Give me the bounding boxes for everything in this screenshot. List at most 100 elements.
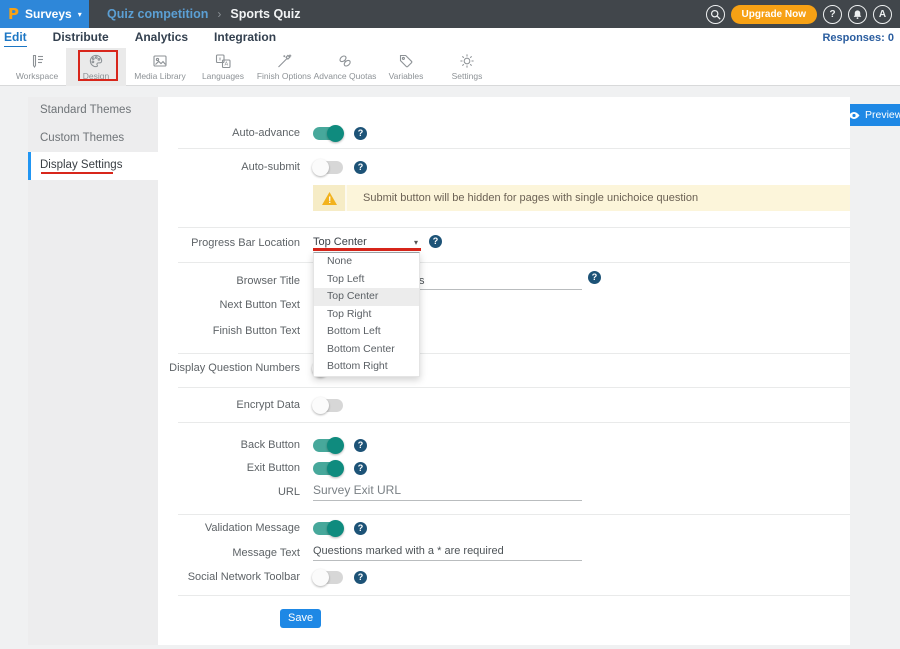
dropdown-option-bottom-right[interactable]: Bottom Right	[314, 358, 419, 376]
svg-text:A: A	[225, 62, 229, 68]
exit-url-label: URL	[158, 482, 300, 502]
chevron-down-icon: ▾	[414, 238, 420, 247]
divider	[178, 387, 850, 388]
gear-icon	[459, 53, 475, 69]
progress-bar-location-dropdown: None Top Left Top Center Top Right Botto…	[313, 252, 420, 377]
back-button-toggle[interactable]	[313, 439, 343, 452]
help-tooltip-icon[interactable]: ?	[354, 522, 367, 535]
auto-submit-toggle[interactable]	[313, 161, 343, 174]
questionpro-app: P Surveys ▾ Quiz competition › Sports Qu…	[0, 0, 900, 649]
tab-analytics[interactable]: Analytics	[135, 30, 188, 46]
exit-button-toggle[interactable]	[313, 462, 343, 475]
languages-icon: xA	[215, 53, 231, 69]
toolbar-item-label: Advance Quotas	[314, 71, 377, 81]
submit-hidden-warning: ! Submit button will be hidden for pages…	[313, 185, 850, 211]
breadcrumb-parent[interactable]: Quiz competition	[107, 7, 208, 21]
dropdown-option-none[interactable]: None	[314, 253, 419, 271]
auto-advance-toggle[interactable]	[313, 127, 343, 140]
surveys-label: Surveys	[25, 7, 72, 21]
display-settings-panel: Auto-advance ? Auto-submit ? ! Submit bu…	[158, 97, 850, 645]
topbar-actions: Upgrade Now ? A	[706, 0, 892, 28]
dropdown-option-bottom-left[interactable]: Bottom Left	[314, 323, 419, 341]
toolbar-item-label: Design	[83, 71, 109, 81]
social-network-toolbar-label: Social Network Toolbar	[158, 567, 300, 587]
help-tooltip-icon[interactable]: ?	[354, 571, 367, 584]
search-icon	[710, 9, 721, 20]
encrypt-data-toggle[interactable]	[313, 399, 343, 412]
annotation-red-underline	[41, 172, 113, 174]
validation-message-toggle[interactable]	[313, 522, 343, 535]
message-text-label: Message Text	[158, 543, 300, 563]
toolbar-item-languages[interactable]: xA Languages	[193, 48, 253, 86]
breadcrumb-separator-icon: ›	[217, 7, 221, 21]
auto-advance-label: Auto-advance	[158, 123, 300, 143]
exit-url-input[interactable]	[313, 483, 582, 501]
progress-bar-location-label: Progress Bar Location	[158, 233, 300, 253]
toolbar-item-label: Finish Options	[257, 71, 311, 81]
help-button[interactable]: ?	[823, 5, 842, 24]
sidebar-item-label: Display Settings	[40, 159, 122, 171]
dropdown-option-top-center[interactable]: Top Center	[314, 288, 419, 306]
toggle-knob	[327, 460, 344, 477]
tab-edit[interactable]: Edit	[4, 30, 27, 47]
message-text-input[interactable]	[313, 543, 582, 561]
divider	[178, 148, 850, 149]
dropdown-option-top-right[interactable]: Top Right	[314, 306, 419, 324]
dropdown-option-bottom-center[interactable]: Bottom Center	[314, 341, 419, 359]
sidebar-item-display-settings[interactable]: Display Settings	[28, 152, 158, 180]
display-question-numbers-label: Display Question Numbers	[158, 358, 300, 378]
finish-button-text-label: Finish Button Text	[158, 321, 300, 341]
toolbar-item-finish-options[interactable]: Finish Options	[254, 48, 314, 86]
warning-text: Submit button will be hidden for pages w…	[347, 185, 698, 211]
help-tooltip-icon[interactable]: ?	[429, 235, 442, 248]
toolbar-item-advance-quotas[interactable]: Advance Quotas	[315, 48, 375, 86]
help-tooltip-icon[interactable]: ?	[354, 462, 367, 475]
toolbar-item-label: Variables	[389, 71, 424, 81]
divider	[178, 422, 850, 423]
toggle-knob	[327, 437, 344, 454]
sidebar-item-custom-themes[interactable]: Custom Themes	[28, 125, 158, 153]
responses-count-link[interactable]: Responses: 0	[822, 32, 894, 44]
next-button-text-label: Next Button Text	[158, 295, 300, 315]
notifications-button[interactable]	[848, 5, 867, 24]
encrypt-data-label: Encrypt Data	[158, 395, 300, 415]
surveys-menu-button[interactable]: P Surveys ▾	[0, 0, 89, 28]
search-button[interactable]	[706, 5, 725, 24]
toolbar-item-design[interactable]: Design	[66, 48, 126, 86]
toolbar-item-settings[interactable]: Settings	[437, 48, 497, 86]
warning-triangle-icon: !	[321, 191, 338, 206]
toggle-knob	[327, 125, 344, 142]
toolbar-item-label: Workspace	[16, 71, 58, 81]
toggle-knob	[312, 569, 329, 586]
workspace-icon	[29, 53, 45, 69]
bell-icon	[852, 9, 863, 20]
toolbar-item-variables[interactable]: Variables	[376, 48, 436, 86]
auto-submit-label: Auto-submit	[158, 157, 300, 177]
help-tooltip-icon[interactable]: ?	[588, 271, 601, 284]
account-avatar[interactable]: A	[873, 5, 892, 24]
svg-text:!: !	[328, 195, 331, 205]
warning-strip: !	[313, 185, 347, 211]
chain-link-icon	[337, 53, 353, 69]
help-tooltip-icon[interactable]: ?	[354, 127, 367, 140]
svg-text:x: x	[219, 57, 222, 63]
magic-wand-icon	[276, 53, 292, 69]
sidebar-item-standard-themes[interactable]: Standard Themes	[28, 97, 158, 125]
tab-integration[interactable]: Integration	[214, 30, 276, 46]
design-sidebar: Standard Themes Custom Themes Display Se…	[28, 97, 158, 645]
toolbar-item-media-library[interactable]: Media Library	[130, 48, 190, 86]
help-tooltip-icon[interactable]: ?	[354, 161, 367, 174]
edit-toolbar: Workspace Design Media Library xA Langua…	[0, 48, 900, 86]
upgrade-now-button[interactable]: Upgrade Now	[731, 5, 817, 24]
tab-distribute[interactable]: Distribute	[53, 30, 109, 46]
selected-option-label: Top Center	[313, 236, 367, 248]
tag-icon	[398, 53, 414, 69]
toolbar-item-workspace[interactable]: Workspace	[7, 48, 67, 86]
social-network-toolbar-toggle[interactable]	[313, 571, 343, 584]
save-button[interactable]: Save	[280, 609, 321, 628]
browser-title-label: Browser Title	[158, 271, 300, 291]
dropdown-option-top-left[interactable]: Top Left	[314, 271, 419, 289]
divider	[178, 595, 850, 596]
progress-bar-location-select[interactable]: Top Center ▾	[313, 233, 420, 251]
help-tooltip-icon[interactable]: ?	[354, 439, 367, 452]
